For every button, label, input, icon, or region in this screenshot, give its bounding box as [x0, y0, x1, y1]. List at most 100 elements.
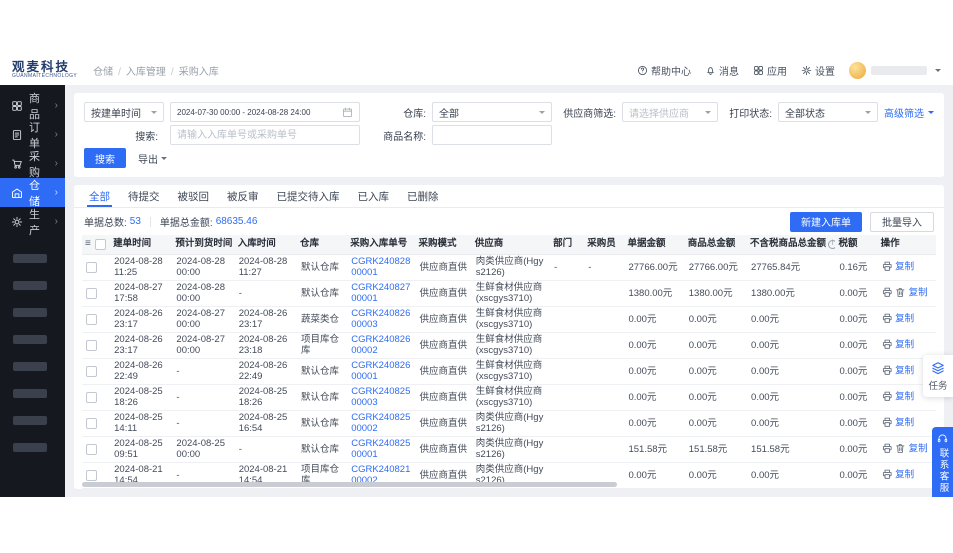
print-icon[interactable] — [882, 339, 893, 350]
copy-link[interactable]: 复制 — [895, 340, 914, 351]
cell-order_no[interactable]: CGRK24082600002 — [347, 332, 415, 358]
cell-tax: 0.00元 — [835, 384, 877, 410]
status-tab[interactable]: 已入库 — [349, 185, 399, 207]
search-button[interactable]: 搜索 — [84, 148, 126, 168]
sidebar-item-warehouse[interactable]: 仓储› — [0, 178, 65, 207]
nav-apps-button[interactable]: 应用 — [753, 63, 787, 78]
print-status-select[interactable]: 全部状态 — [778, 102, 878, 122]
row-checkbox[interactable] — [86, 470, 97, 481]
cell-order_no[interactable]: CGRK24082800001 — [347, 254, 415, 280]
copy-link[interactable]: 复制 — [895, 262, 914, 273]
sidebar-item-redacted[interactable] — [13, 308, 47, 317]
nav-help-button[interactable]: 帮助中心 — [637, 63, 691, 78]
status-tab[interactable]: 全部 — [80, 185, 119, 207]
time-type-select[interactable]: 按建单时间 — [84, 102, 164, 122]
print-icon[interactable] — [882, 365, 893, 376]
print-icon[interactable] — [882, 313, 893, 324]
create-inbound-button[interactable]: 新建入库单 — [790, 212, 862, 232]
sidebar-item-redacted[interactable] — [13, 362, 47, 371]
row-checkbox[interactable] — [86, 262, 97, 273]
row-checkbox[interactable] — [86, 314, 97, 325]
sidebar-item-redacted[interactable] — [13, 416, 47, 425]
cell-expected: 2024-08-28 00:00 — [172, 254, 234, 280]
sidebar-item-purchase[interactable]: 采购› — [0, 149, 65, 178]
summary-bar: 单据总数: 53 单据总金额: 68635.46 新建入库单 批量导入 — [74, 208, 944, 235]
search-input[interactable] — [170, 125, 360, 145]
warehouse-select[interactable]: 全部 — [432, 102, 552, 122]
sidebar-item-orders[interactable]: 订单› — [0, 120, 65, 149]
inbound-table: ≡ 建单时间预计到货时间入库时间仓库采购入库单号采购模式供应商部门采购员单据金额… — [82, 235, 936, 489]
status-tab[interactable]: 被驳回 — [169, 185, 219, 207]
sidebar-item-production[interactable]: 生产› — [0, 207, 65, 236]
nav-gear-button[interactable]: 设置 — [801, 63, 835, 78]
cell-order_no[interactable]: CGRK24082500002 — [347, 410, 415, 436]
delete-icon[interactable] — [895, 287, 906, 298]
cell-goods_amount: 0.00元 — [685, 462, 747, 488]
sidebar-item-redacted[interactable] — [13, 443, 47, 452]
logo-subtitle: GUANMAITECHNOLOGY — [12, 74, 77, 79]
cell-order_no[interactable]: CGRK24082600001 — [347, 358, 415, 384]
column-settings-icon[interactable]: ≡ — [85, 238, 91, 249]
copy-link[interactable]: 复制 — [895, 366, 914, 377]
row-select-cell — [82, 384, 110, 410]
copy-link[interactable]: 复制 — [895, 418, 914, 429]
cell-amount: 0.00元 — [624, 384, 684, 410]
advanced-filter-label: 高级筛选 — [884, 105, 924, 120]
sidebar-item-goods[interactable]: 商品› — [0, 91, 65, 120]
cell-order_no[interactable]: CGRK24082500001 — [347, 436, 415, 462]
info-icon[interactable]: i — [828, 240, 835, 249]
cell-notax_amount: 0.00元 — [747, 410, 835, 436]
delete-icon[interactable] — [895, 443, 906, 454]
sidebar-item-redacted[interactable] — [13, 254, 47, 263]
cell-order_no[interactable]: CGRK24082600003 — [347, 306, 415, 332]
print-icon[interactable] — [882, 287, 893, 298]
row-checkbox[interactable] — [86, 288, 97, 299]
date-range-input[interactable]: 2024-07-30 00:00 - 2024-08-28 24:00 — [170, 102, 360, 122]
user-menu[interactable] — [849, 62, 941, 79]
breadcrumb-item[interactable]: 入库管理 — [113, 63, 166, 78]
task-widget[interactable]: 任务 — [923, 355, 953, 397]
filter-row-3: 搜索 导出 — [84, 148, 934, 168]
cell-order_no[interactable]: CGRK24082700001 — [347, 280, 415, 306]
row-checkbox[interactable] — [86, 392, 97, 403]
copy-link[interactable]: 复制 — [909, 444, 928, 455]
row-checkbox[interactable] — [86, 366, 97, 377]
status-tab[interactable]: 已删除 — [398, 185, 448, 207]
print-icon[interactable] — [882, 443, 893, 454]
sidebar-item-redacted[interactable] — [13, 335, 47, 344]
summary-count-value: 53 — [130, 216, 141, 227]
print-icon[interactable] — [882, 391, 893, 402]
nav-bell-button[interactable]: 消息 — [705, 63, 739, 78]
contact-support-button[interactable]: 联系客服 — [932, 427, 953, 497]
row-checkbox[interactable] — [86, 444, 97, 455]
cell-order_no[interactable]: CGRK24082100001 — [347, 488, 415, 489]
status-tab[interactable]: 被反审 — [218, 185, 268, 207]
copy-link[interactable]: 复制 — [895, 392, 914, 403]
cell-order_no[interactable]: CGRK24082500003 — [347, 384, 415, 410]
print-icon[interactable] — [882, 469, 893, 480]
print-icon[interactable] — [882, 417, 893, 428]
row-checkbox[interactable] — [86, 418, 97, 429]
status-tab[interactable]: 待提交 — [119, 185, 169, 207]
copy-link[interactable]: 复制 — [895, 314, 914, 325]
export-button[interactable]: 导出 — [138, 151, 167, 166]
product-name-input[interactable] — [432, 125, 552, 145]
status-tab[interactable]: 已提交待入库 — [268, 185, 349, 207]
sidebar-item-redacted[interactable] — [13, 389, 47, 398]
cell-dept: — — [550, 488, 584, 489]
advanced-filter-toggle[interactable]: 高级筛选 — [884, 105, 934, 120]
select-all-checkbox[interactable] — [95, 239, 106, 250]
breadcrumb-item[interactable]: 仓储 — [93, 63, 113, 78]
print-icon[interactable] — [882, 261, 893, 272]
supplier-select[interactable]: 请选择供应商 — [622, 102, 718, 122]
row-checkbox[interactable] — [86, 340, 97, 351]
cell-amount: 151.58元 — [624, 436, 684, 462]
copy-link[interactable]: 复制 — [895, 470, 914, 481]
row-select-cell — [82, 488, 110, 489]
copy-link[interactable]: 复制 — [909, 288, 928, 299]
batch-import-button[interactable]: 批量导入 — [870, 212, 934, 232]
horizontal-scrollbar[interactable] — [82, 482, 617, 487]
cell-buyer — [584, 436, 624, 462]
logo[interactable]: 观麦科技 GUANMAITECHNOLOGY — [12, 61, 77, 80]
sidebar-item-redacted[interactable] — [13, 281, 47, 290]
